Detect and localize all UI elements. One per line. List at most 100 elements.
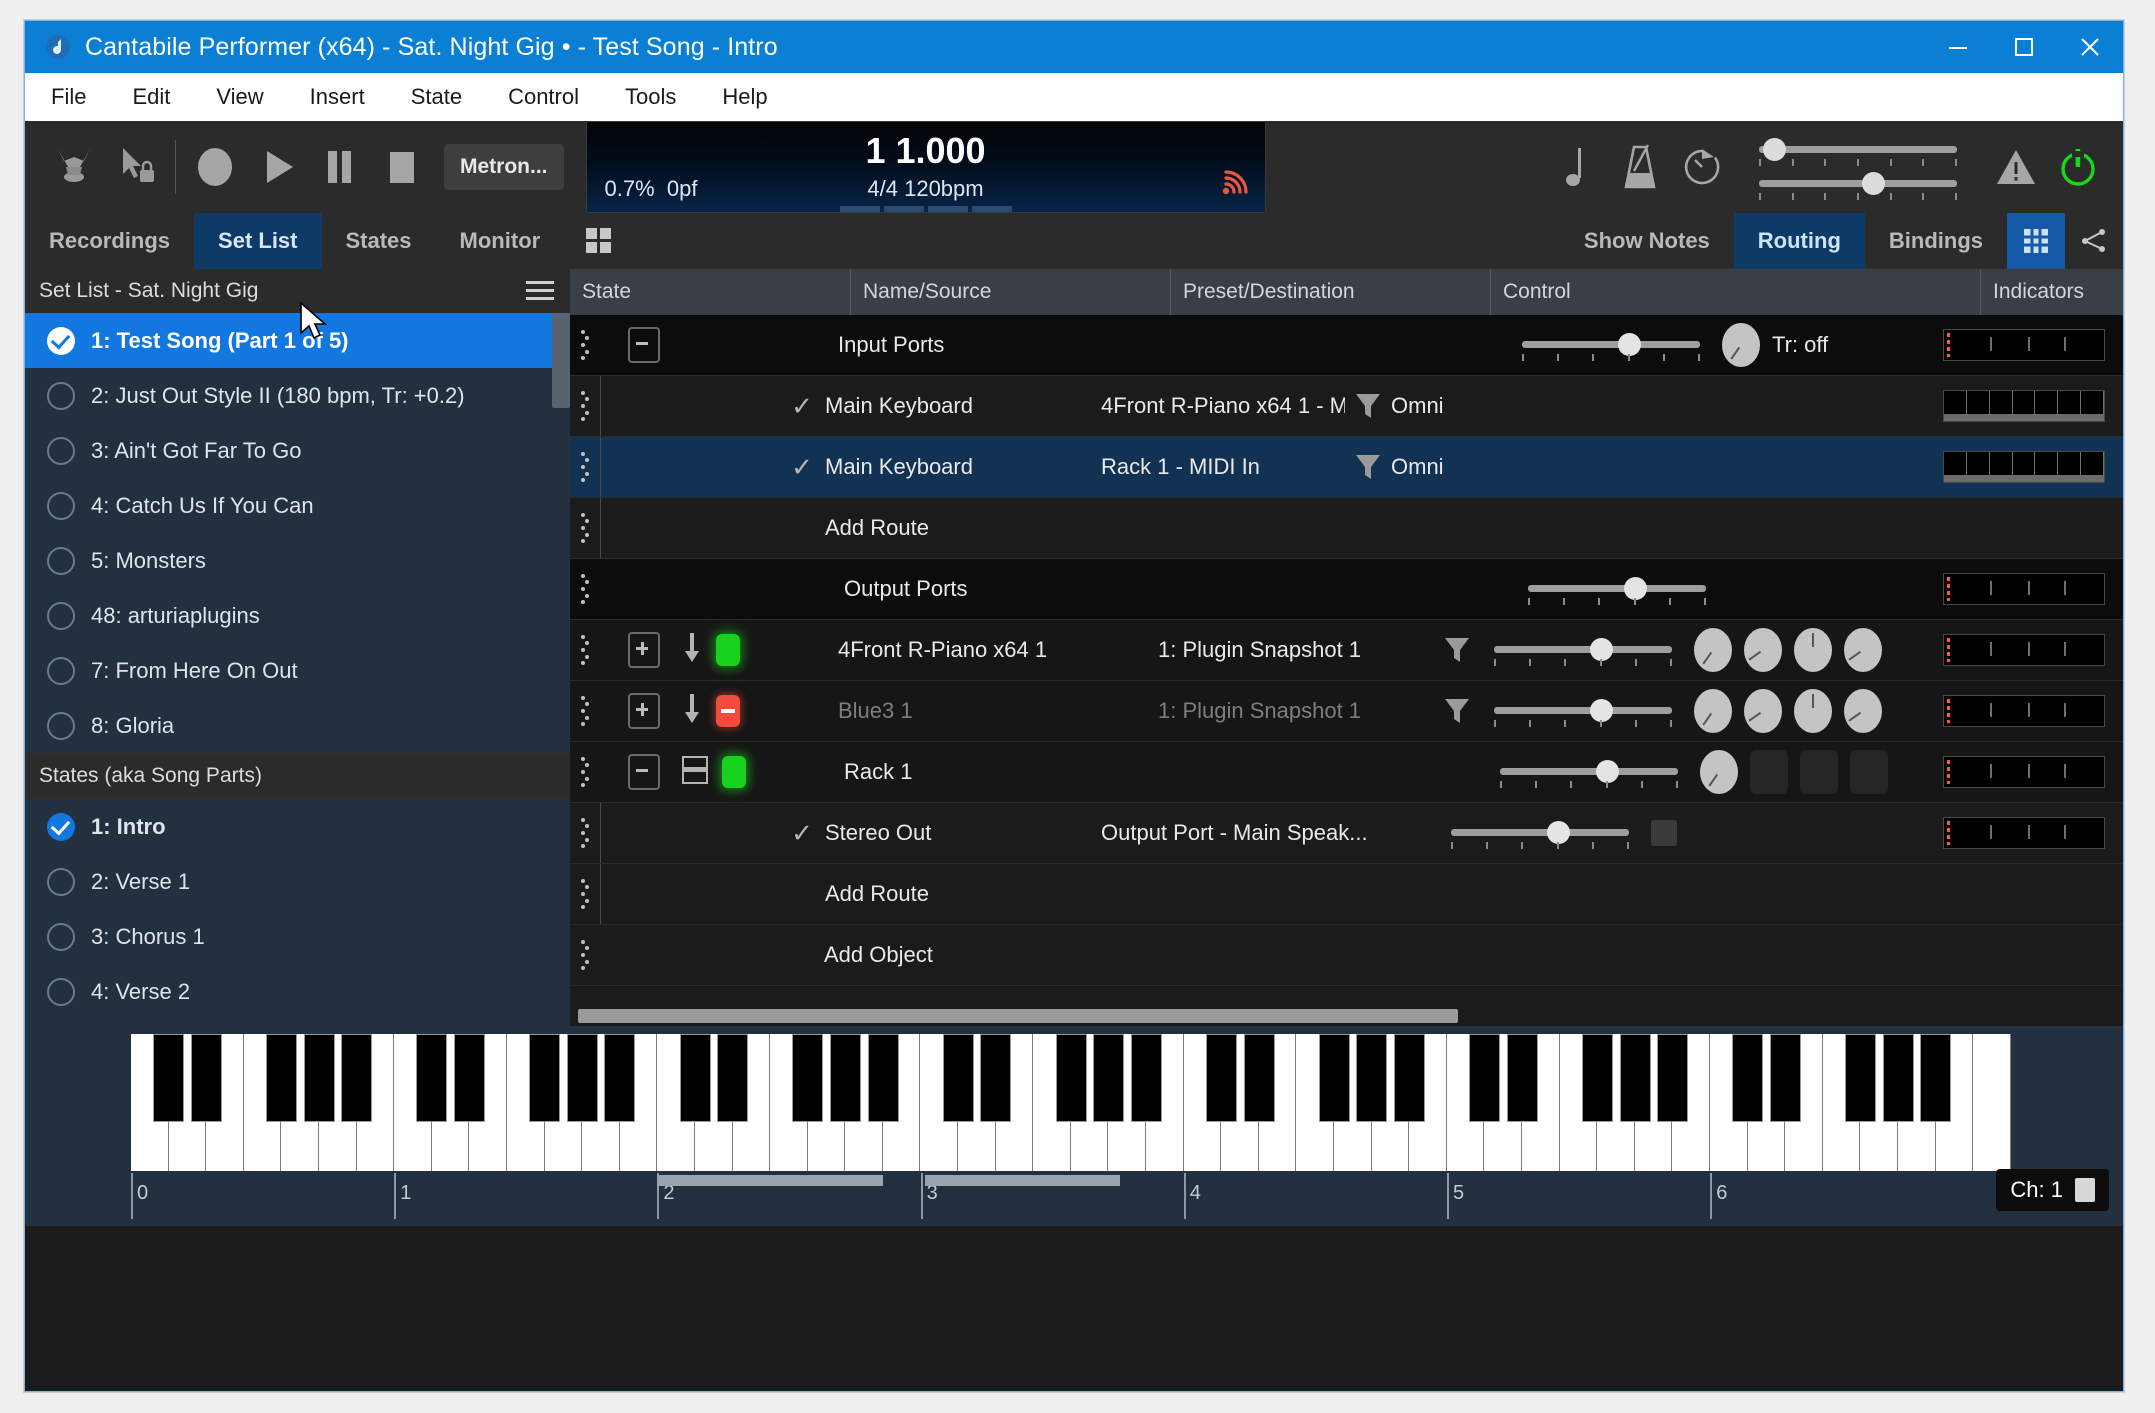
tab-recordings[interactable]: Recordings: [25, 213, 194, 269]
piano-black-key[interactable]: [1093, 1034, 1125, 1122]
piano-black-key[interactable]: [265, 1034, 297, 1122]
list-item[interactable]: 2: Just Out Style II (180 bpm, Tr: +0.2): [25, 368, 570, 423]
filter-icon[interactable]: [1345, 453, 1391, 481]
filter-icon[interactable]: [1434, 697, 1480, 725]
route-enabled-check[interactable]: ✓: [779, 818, 825, 849]
gain-slider[interactable]: [1528, 574, 1706, 605]
menu-state[interactable]: State: [411, 84, 462, 110]
control-knob[interactable]: [1844, 689, 1882, 733]
table-row[interactable]: 4Front R-Piano x64 1 1: Plugin Snapshot …: [570, 620, 2123, 681]
list-item[interactable]: 3: Chorus 1: [25, 909, 570, 964]
transpose-knob[interactable]: [1722, 323, 1760, 367]
grid-icon[interactable]: [570, 213, 628, 269]
table-row[interactable]: Add Route: [570, 498, 2123, 559]
row-preset[interactable]: 1: Plugin Snapshot 1: [1158, 637, 1434, 663]
tab-set-list[interactable]: Set List: [194, 213, 322, 269]
piano-black-key[interactable]: [1205, 1034, 1237, 1122]
midi-channel[interactable]: Omni: [1391, 393, 1511, 419]
drag-handle-icon[interactable]: [570, 938, 600, 972]
filter-icon[interactable]: [1434, 636, 1480, 664]
piano-black-key[interactable]: [341, 1034, 373, 1122]
tempo-tap-icon[interactable]: [1671, 136, 1733, 198]
piano-keyboard[interactable]: [131, 1034, 2011, 1171]
range-selection[interactable]: [924, 1175, 1121, 1186]
menu-insert[interactable]: Insert: [310, 84, 365, 110]
range-selection[interactable]: [657, 1175, 883, 1186]
drag-handle-icon[interactable]: [570, 694, 600, 728]
drag-handle-icon[interactable]: [570, 450, 600, 484]
control-knob[interactable]: [1694, 689, 1732, 733]
route-enabled-check[interactable]: ✓: [779, 391, 825, 422]
record-icon[interactable]: [184, 136, 246, 198]
gain-slider[interactable]: [1451, 818, 1629, 849]
drag-handle-icon[interactable]: [570, 816, 600, 850]
piano-black-key[interactable]: [566, 1034, 598, 1122]
maximize-button[interactable]: [1991, 21, 2057, 73]
secondary-gain-slider[interactable]: [1759, 167, 1957, 201]
tab-bindings[interactable]: Bindings: [1865, 213, 2007, 269]
piano-black-key[interactable]: [829, 1034, 861, 1122]
table-row[interactable]: Add Route: [570, 864, 2123, 925]
piano-black-key[interactable]: [190, 1034, 222, 1122]
menu-control[interactable]: Control: [508, 84, 579, 110]
piano-black-key[interactable]: [717, 1034, 749, 1122]
control-knob[interactable]: [1744, 628, 1782, 672]
table-row[interactable]: Output Ports: [570, 559, 2123, 620]
piano-black-key[interactable]: [1506, 1034, 1538, 1122]
tab-routing[interactable]: Routing: [1733, 213, 1865, 269]
table-view-icon[interactable]: [2007, 213, 2065, 269]
drag-handle-icon[interactable]: [570, 877, 600, 911]
piano-black-key[interactable]: [1581, 1034, 1613, 1122]
list-item[interactable]: 8: Gloria: [25, 698, 570, 753]
piano-black-key[interactable]: [867, 1034, 899, 1122]
control-slot-empty[interactable]: [1750, 750, 1788, 794]
expander-icon[interactable]: [628, 632, 660, 668]
power-icon[interactable]: [2047, 136, 2109, 198]
list-item[interactable]: 1: Intro: [25, 799, 570, 854]
midi-channel[interactable]: Omni: [1391, 454, 1511, 480]
piano-black-key[interactable]: [980, 1034, 1012, 1122]
piano-black-key[interactable]: [453, 1034, 485, 1122]
control-knob[interactable]: [1700, 750, 1738, 794]
menu-view[interactable]: View: [216, 84, 263, 110]
table-row[interactable]: Blue3 1 1: Plugin Snapshot 1: [570, 681, 2123, 742]
play-icon[interactable]: [246, 136, 308, 198]
control-slot-empty[interactable]: [1800, 750, 1838, 794]
close-button[interactable]: [2057, 21, 2123, 73]
tab-states[interactable]: States: [322, 213, 436, 269]
row-destination[interactable]: 4Front R-Piano x64 1 - MI...: [1101, 393, 1345, 419]
menu-tools[interactable]: Tools: [625, 84, 676, 110]
status-led[interactable]: [722, 756, 746, 788]
row-preset[interactable]: 1: Plugin Snapshot 1: [1158, 698, 1434, 724]
pause-icon[interactable]: [308, 136, 370, 198]
list-item[interactable]: 3: Ain't Got Far To Go: [25, 423, 570, 478]
table-row[interactable]: ✓ Main Keyboard 4Front R-Piano x64 1 - M…: [570, 376, 2123, 437]
horizontal-scrollbar[interactable]: [570, 1006, 2123, 1026]
status-led[interactable]: [716, 634, 740, 666]
piano-white-key[interactable]: [1973, 1034, 2011, 1171]
gain-slider[interactable]: [1494, 696, 1672, 727]
master-gain-slider[interactable]: [1759, 133, 1957, 167]
minimize-button[interactable]: [1925, 21, 1991, 73]
piano-black-key[interactable]: [1356, 1034, 1388, 1122]
midi-channel-indicator[interactable]: Ch: 1: [1996, 1169, 2109, 1211]
expander-icon[interactable]: [628, 327, 660, 363]
cursor-lock-icon[interactable]: [105, 136, 167, 198]
piano-black-key[interactable]: [1130, 1034, 1162, 1122]
add-route-button[interactable]: Add Route: [825, 515, 929, 541]
piano-black-key[interactable]: [1055, 1034, 1087, 1122]
list-item[interactable]: 1: Test Song (Part 1 of 5): [25, 313, 570, 368]
drag-handle-icon[interactable]: [570, 511, 600, 545]
menu-file[interactable]: File: [51, 84, 86, 110]
drag-handle-icon[interactable]: [570, 755, 600, 789]
piano-black-key[interactable]: [1393, 1034, 1425, 1122]
warning-icon[interactable]: [1985, 136, 2047, 198]
lighting-icon[interactable]: [43, 136, 105, 198]
piano-black-key[interactable]: [1732, 1034, 1764, 1122]
piano-black-key[interactable]: [529, 1034, 561, 1122]
filter-icon[interactable]: [1345, 392, 1391, 420]
piano-black-key[interactable]: [1845, 1034, 1877, 1122]
control-knob[interactable]: [1694, 628, 1732, 672]
metronome-icon[interactable]: [1609, 136, 1671, 198]
stop-icon[interactable]: [370, 136, 432, 198]
